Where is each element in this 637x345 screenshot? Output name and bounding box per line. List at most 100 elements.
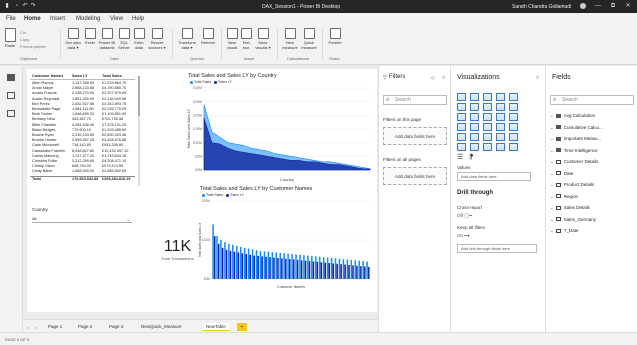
chevron-down-icon[interactable]: ⌄	[550, 217, 554, 222]
cross-report-toggle[interactable]: Off ◯━	[457, 213, 472, 219]
field-item[interactable]: ⌄ Avg Calculation	[550, 113, 595, 119]
page-tab[interactable]: Page 1	[45, 323, 65, 331]
filters-search-input[interactable]: Search	[383, 95, 447, 105]
tab-insert[interactable]: Insert	[50, 16, 65, 22]
visual-type-icon[interactable]	[470, 113, 479, 121]
column-header[interactable]: Total Sales	[102, 74, 122, 78]
visual-type-icon[interactable]	[483, 93, 492, 101]
visual-type-icon[interactable]	[470, 103, 479, 111]
table-scrollbar[interactable]	[138, 76, 140, 186]
next-page-icon[interactable]: >	[35, 325, 37, 330]
visual-type-icon[interactable]	[509, 143, 518, 151]
visual-type-icon[interactable]	[483, 143, 492, 151]
scrollbar-thumb[interactable]	[138, 76, 140, 116]
field-item[interactable]: ⌄ Cumulative Calcu...	[550, 125, 603, 131]
visual-type-icon[interactable]	[496, 143, 505, 151]
chevron-down-icon[interactable]: ⌄	[550, 159, 554, 164]
collapse-icon[interactable]: >	[442, 75, 445, 81]
save-icon[interactable]: ▫	[14, 3, 20, 9]
transactions-card[interactable]: 11K Total Transactions	[150, 230, 205, 275]
visual-type-icon[interactable]	[483, 133, 492, 141]
tab-view[interactable]: View	[110, 16, 123, 22]
field-item[interactable]: ⌄ Time Intelligence	[550, 148, 598, 154]
chevron-down-icon[interactable]: ⌄	[550, 125, 554, 130]
paste-button[interactable]: Paste	[4, 28, 16, 49]
minimize-icon[interactable]: —	[595, 3, 601, 9]
text-box-button[interactable]: Text box	[240, 28, 252, 50]
field-item[interactable]: ⌄ Date	[550, 171, 573, 177]
copy-button[interactable]: Copy	[20, 37, 29, 42]
chevron-down-icon[interactable]: ⌄	[550, 148, 554, 153]
add-page-button[interactable]: +	[237, 323, 247, 331]
visual-type-icon[interactable]	[457, 123, 466, 131]
visual-type-icon[interactable]	[470, 123, 479, 131]
tab-modeling[interactable]: Modeling	[76, 16, 100, 22]
new-measure-button[interactable]: New measure	[281, 28, 299, 50]
chevron-down-icon[interactable]: ⌄	[550, 228, 554, 233]
excel-button[interactable]: Excel	[83, 28, 97, 46]
quick-measure-button[interactable]: Quick measure	[300, 28, 318, 50]
visual-type-icon[interactable]	[470, 143, 479, 151]
user-name[interactable]: Sarath Chandra Gollamudi	[512, 4, 571, 10]
visual-type-icon[interactable]	[483, 103, 492, 111]
publish-button[interactable]: Publish	[326, 28, 344, 46]
visual-type-icon[interactable]	[496, 103, 505, 111]
format-paintbrush-icon[interactable]: ⁋	[469, 153, 473, 161]
visual-type-icon[interactable]	[457, 103, 466, 111]
collapse-icon[interactable]: >	[536, 75, 539, 81]
values-dropzone[interactable]: Add data fields here	[457, 172, 531, 181]
get-data-button[interactable]: Get data data ▾	[64, 28, 82, 50]
customer-sales-table[interactable]: Customer Names Sales LY Total Sales Alle…	[30, 74, 135, 204]
visual-type-icon[interactable]	[457, 113, 466, 121]
chevron-down-icon[interactable]: ⌄	[550, 171, 554, 176]
tab-home[interactable]: Home	[24, 16, 41, 26]
visual-type-icon[interactable]	[470, 133, 479, 141]
maximize-icon[interactable]: ⧉	[610, 3, 616, 9]
field-item[interactable]: ⌄ Important Measu...	[550, 136, 601, 142]
visual-type-icon[interactable]	[496, 133, 505, 141]
visual-type-icon[interactable]	[509, 103, 518, 111]
column-header[interactable]: Customer Names	[32, 74, 63, 78]
visual-type-icon[interactable]	[457, 143, 466, 151]
eye-icon[interactable]: ◇	[431, 75, 435, 81]
report-view-icon[interactable]	[7, 74, 15, 81]
field-item[interactable]: ⌄ Sales Details	[550, 205, 590, 211]
page-tab-active[interactable]: NewTable	[203, 323, 229, 331]
redo-icon[interactable]: ↷	[30, 3, 36, 9]
model-view-icon[interactable]	[7, 110, 15, 117]
slicer-dropdown[interactable]: All ⌄	[32, 216, 132, 223]
fields-well-icon[interactable]: ☰	[457, 153, 463, 161]
recent-sources-button[interactable]: Recent sources ▾	[147, 28, 167, 50]
area-chart[interactable]: £0M £5M £10M £15M £20M £25M £30M Country Total S…	[186, 84, 374, 184]
visual-type-icon[interactable]	[483, 123, 492, 131]
data-view-icon[interactable]	[7, 92, 15, 99]
filters-all-dropzone[interactable]: Add data fields here	[383, 167, 447, 185]
cut-button[interactable]: Cut	[20, 30, 26, 35]
enter-data-button[interactable]: Enter data	[132, 28, 146, 50]
visual-type-icon[interactable]	[509, 113, 518, 121]
visual-type-icon[interactable]	[496, 93, 505, 101]
table-row[interactable]: Cindy Baker 1,668,390.00 £2,865,592.69	[30, 169, 135, 174]
avatar[interactable]	[580, 3, 586, 9]
visual-type-icon[interactable]	[509, 93, 518, 101]
page-tab[interactable]: NewQuick_Measure	[138, 323, 185, 331]
filters-page-dropzone[interactable]: Add data fields here	[383, 127, 447, 145]
new-visual-button[interactable]: New visual	[225, 28, 239, 50]
visual-type-icon[interactable]	[457, 93, 466, 101]
field-item[interactable]: ⌄ Sales_Germany	[550, 217, 596, 223]
tab-file[interactable]: File	[6, 16, 16, 22]
chevron-down-icon[interactable]: ⌄	[550, 194, 554, 199]
fields-search-input[interactable]: Search	[550, 95, 634, 105]
prev-page-icon[interactable]: <	[27, 325, 29, 330]
field-item[interactable]: ⌄ Region	[550, 194, 578, 200]
visual-type-icon[interactable]	[509, 123, 518, 131]
refresh-button[interactable]: Refresh	[199, 28, 217, 46]
keep-filters-toggle[interactable]: On ━●	[457, 233, 470, 239]
bar-chart[interactable]: £0M £10M £20M Customer Names Total Sales and…	[198, 197, 374, 297]
country-slicer[interactable]: Country All ⌄	[30, 207, 135, 227]
visual-type-icon[interactable]	[496, 113, 505, 121]
more-visuals-button[interactable]: More visuals ▾	[253, 28, 273, 50]
visual-type-icon[interactable]	[483, 113, 492, 121]
drill-through-dropzone[interactable]: Add drill-through fields here	[457, 244, 537, 253]
visual-type-icon[interactable]	[470, 93, 479, 101]
